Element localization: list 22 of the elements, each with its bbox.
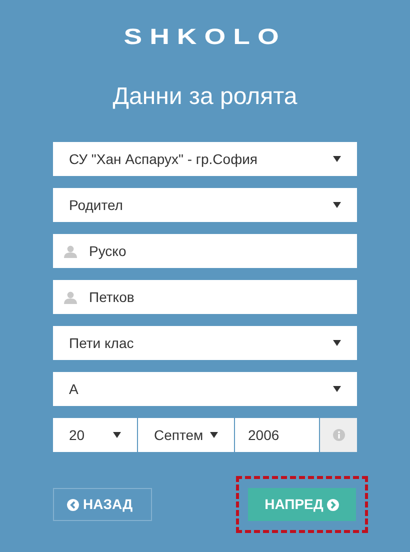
select-field[interactable]: Пети клас	[53, 326, 357, 360]
month-select[interactable]: Септем	[138, 418, 234, 452]
input-field[interactable]: Петков	[53, 280, 357, 314]
arrow-right-circle-icon	[327, 498, 340, 510]
select-field[interactable]: Родител	[53, 188, 357, 222]
year-field[interactable]: 2006	[235, 418, 319, 452]
person-icon	[64, 244, 77, 258]
caret-icon	[333, 202, 341, 208]
input-field[interactable]: Руско	[53, 234, 357, 268]
caret-icon	[113, 432, 121, 438]
logo: SHKOLO	[124, 26, 286, 48]
caret-icon	[333, 156, 341, 162]
select-field[interactable]: А	[53, 372, 357, 406]
caret-icon	[333, 340, 341, 346]
arrow-left-circle-icon	[67, 498, 79, 510]
info-icon	[332, 429, 344, 441]
person-icon	[64, 290, 77, 304]
select-field[interactable]: СУ "Хан Аспарух" - гр.София	[53, 142, 357, 176]
day-select[interactable]: 20	[53, 418, 137, 452]
caret-icon	[210, 432, 218, 438]
caret-icon	[333, 386, 341, 392]
page-title: Данни за ролята	[112, 85, 298, 109]
